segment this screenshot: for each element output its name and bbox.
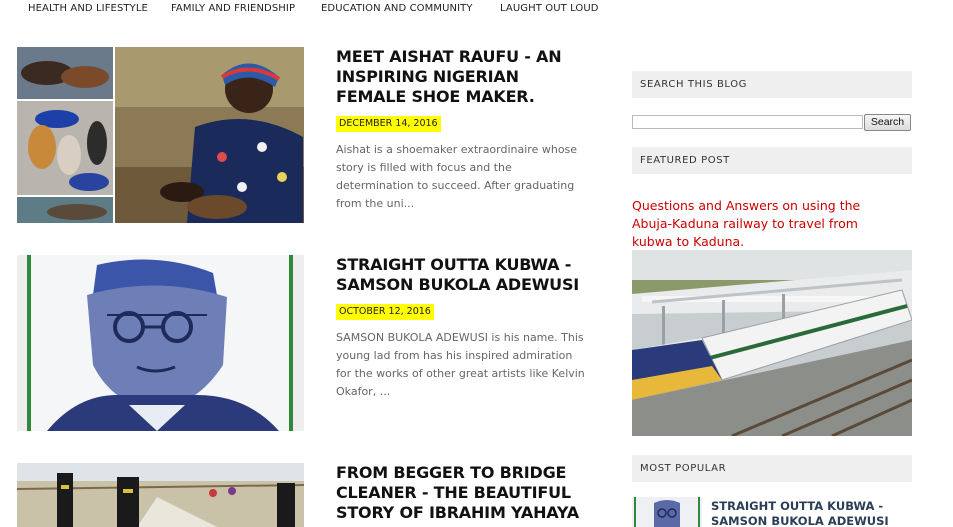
nav-laught-out-loud[interactable]: LAUGHT OUT LOUD: [500, 3, 599, 14]
search-input[interactable]: [632, 115, 863, 129]
popular-post-title[interactable]: STRAIGHT OUTTA KUBWA - SAMSON BUKOLA ADE…: [711, 499, 911, 527]
featured-post-link[interactable]: Questions and Answers on using the Abuja…: [632, 197, 902, 251]
post-date-badge: OCTOBER 12, 2016: [336, 304, 434, 320]
post-title[interactable]: STRAIGHT OUTTA KUBWA - SAMSON BUKOLA ADE…: [336, 255, 586, 295]
post-excerpt: Aishat is a shoemaker extraordinaire who…: [336, 143, 578, 210]
most-popular-heading: MOST POPULAR: [632, 455, 912, 482]
post-thumbnail-shoemaker[interactable]: [17, 47, 304, 223]
search-button[interactable]: Search: [864, 114, 911, 131]
search-widget-heading: SEARCH THIS BLOG: [632, 71, 912, 98]
nav-health-lifestyle[interactable]: HEALTH AND LIFESTYLE: [28, 3, 148, 14]
featured-post-image[interactable]: [632, 250, 912, 436]
post-thumbnail-portrait[interactable]: [17, 255, 304, 431]
post-card: FROM BEGGER TO BRIDGE CLEANER - THE BEAU…: [17, 463, 597, 527]
post-card: STRAIGHT OUTTA KUBWA - SAMSON BUKOLA ADE…: [17, 255, 597, 435]
top-nav: HEALTH AND LIFESTYLE FAMILY AND FRIENDSH…: [0, 0, 953, 20]
popular-post-thumbnail[interactable]: [632, 497, 702, 527]
featured-post-heading: FEATURED POST: [632, 147, 912, 174]
nav-education-community[interactable]: EDUCATION AND COMMUNITY: [321, 3, 473, 14]
post-title[interactable]: MEET AISHAT RAUFU - AN INSPIRING NIGERIA…: [336, 47, 586, 107]
post-card: MEET AISHAT RAUFU - AN INSPIRING NIGERIA…: [17, 47, 597, 227]
post-excerpt: SAMSON BUKOLA ADEWUSI is his name. This …: [336, 331, 585, 398]
post-title[interactable]: FROM BEGGER TO BRIDGE CLEANER - THE BEAU…: [336, 463, 586, 523]
nav-family-friendship[interactable]: FAMILY AND FRIENDSHIP: [171, 3, 295, 14]
post-thumbnail-bridge[interactable]: [17, 463, 304, 527]
post-date-badge: DECEMBER 14, 2016: [336, 116, 441, 132]
